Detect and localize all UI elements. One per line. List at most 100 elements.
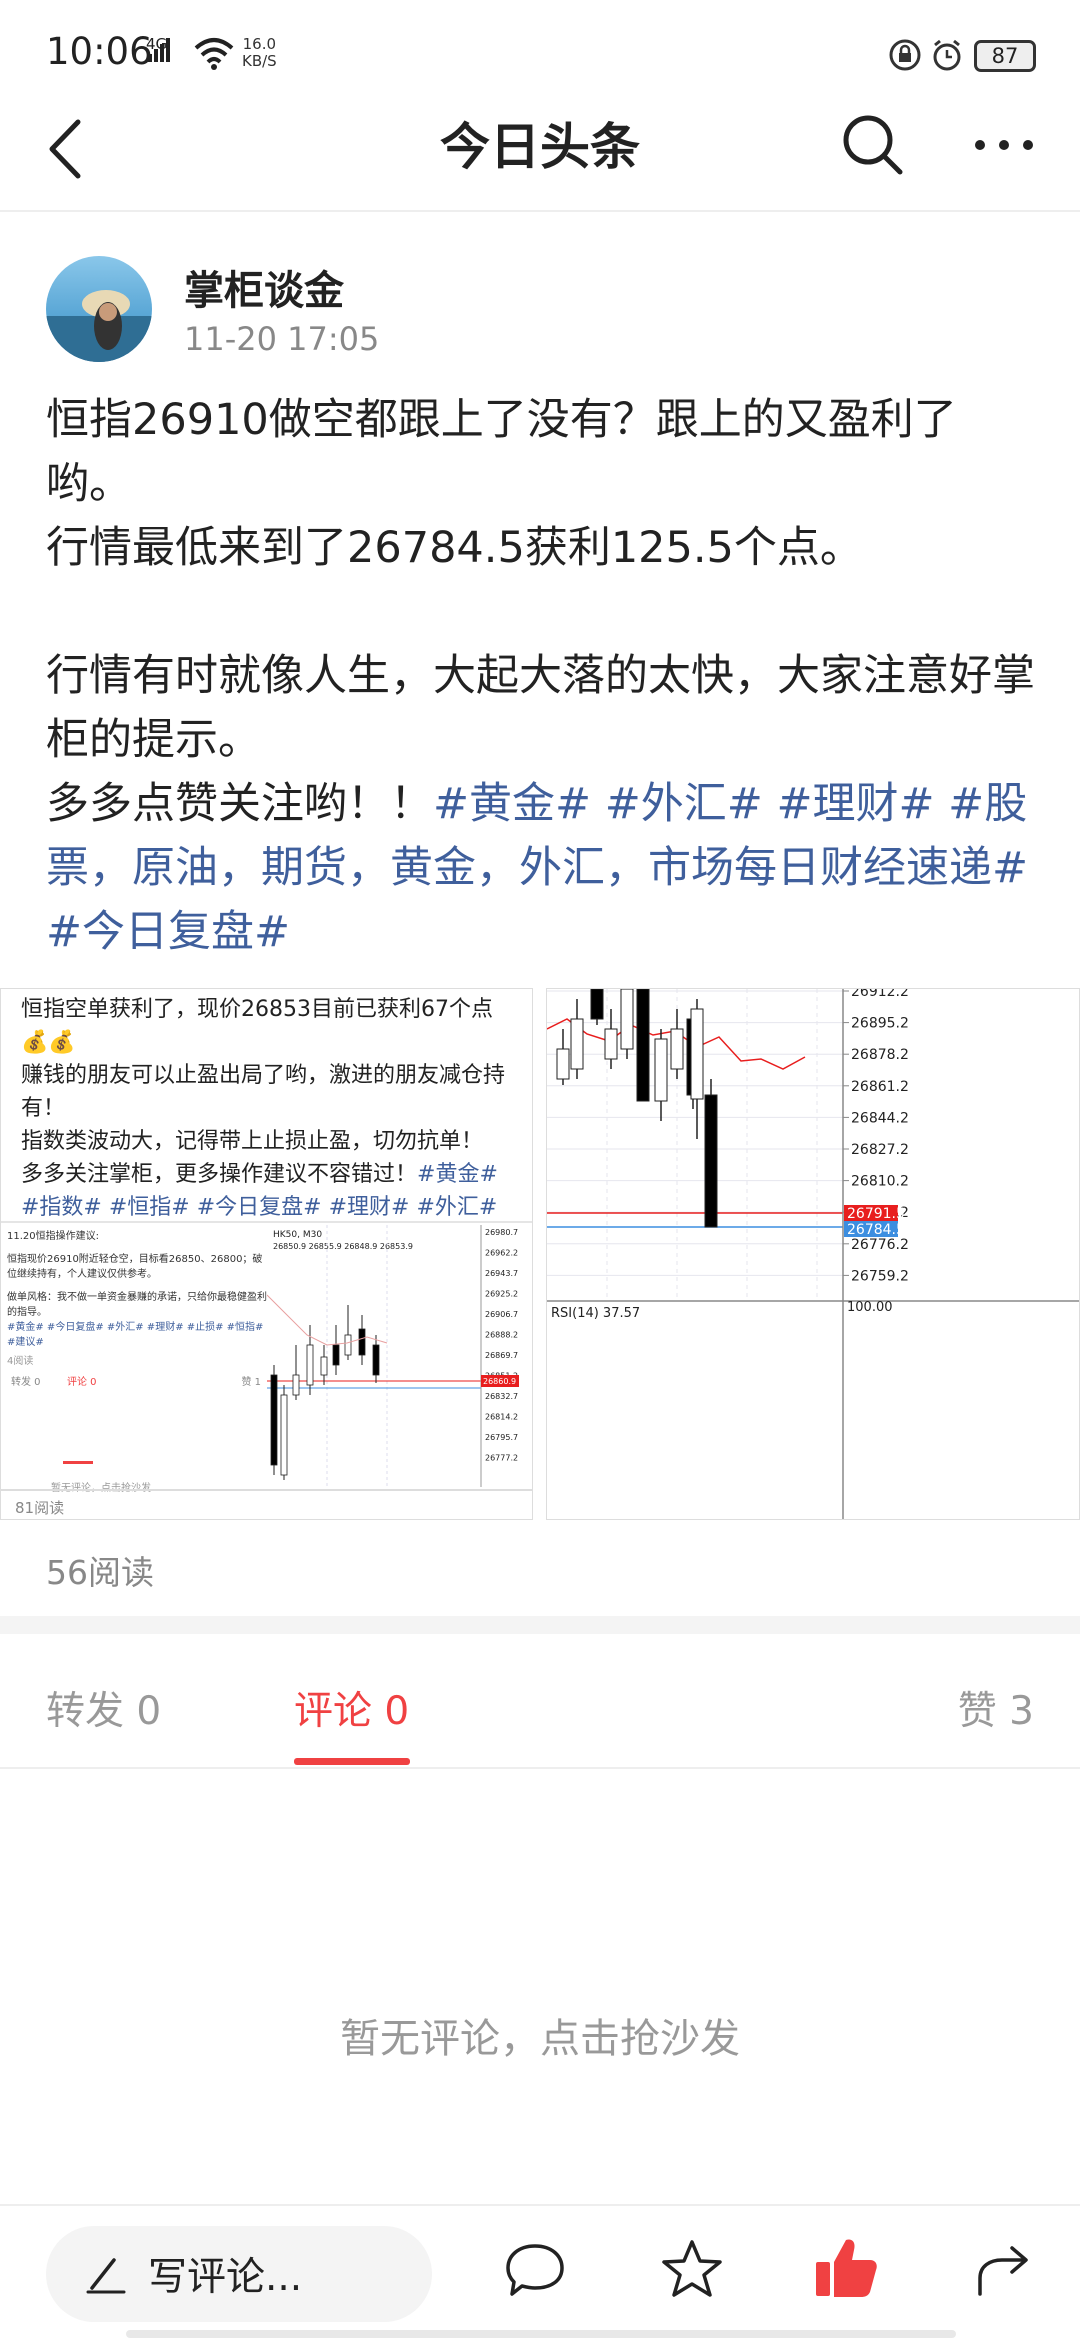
tab-active-indicator bbox=[294, 1758, 410, 1765]
image-left-line-4: 多多关注掌柜，更多操作建议不容错过！#黄金# bbox=[21, 1158, 521, 1191]
axis-tick-label: 26776.2 bbox=[851, 1237, 909, 1253]
mini-axis-tick-label: 26925.2 bbox=[485, 1290, 518, 1299]
tab-forward[interactable]: 转发 0 bbox=[46, 1680, 161, 1736]
nested-tab-forward: 转发 0 bbox=[11, 1377, 41, 1388]
more-dots-icon[interactable] bbox=[970, 128, 1040, 162]
mini-axis-tick-label: 26832.7 bbox=[485, 1392, 518, 1401]
candle-body bbox=[690, 1008, 704, 1100]
candle-body bbox=[654, 1038, 668, 1102]
clock: 10:06 bbox=[46, 30, 153, 73]
axis-tick-label: 26759.2 bbox=[851, 1268, 909, 1284]
post-time: 11-20 17:05 bbox=[184, 320, 380, 358]
signal-icon: 4G bbox=[146, 36, 170, 62]
nested-date: 11.20恒指操作建议: bbox=[7, 1231, 99, 1242]
nested-tab-underline bbox=[63, 1461, 93, 1464]
nested-tags: #黄金# #今日复盘# #外汇# #理财# #止损# #恒指# #建议# bbox=[7, 1322, 264, 1348]
mini-chart-header: HK50, M30 bbox=[273, 1230, 322, 1240]
page-title: 今日头条 bbox=[440, 118, 640, 176]
nested-tab-comment: 评论 0 bbox=[67, 1377, 97, 1388]
mini-candle-body bbox=[344, 1334, 352, 1356]
candle-body bbox=[704, 1094, 718, 1228]
post-para-4: 多多点赞关注哟！！#黄金# #外汇# #理财# #股票，原油，期货，黄金，外汇，… bbox=[46, 772, 1041, 964]
image-left-line-4-text: 多多关注掌柜，更多操作建议不容错过！ bbox=[21, 1162, 418, 1187]
mini-axis-tick-label: 26814.2 bbox=[485, 1413, 518, 1422]
mini-axis-tick-label: 26980.7 bbox=[485, 1228, 518, 1237]
mini-candle-body bbox=[292, 1374, 300, 1396]
image-left-line-1: 恒指空单获利了，现价26853目前已获利67个点 bbox=[21, 997, 493, 1022]
post-image-left[interactable]: 恒指空单获利了，现价26853目前已获利67个点 💰💰 赚钱的朋友可以止盈出局了… bbox=[0, 988, 533, 1520]
image-left-text: 恒指空单获利了，现价26853目前已获利67个点 💰💰 赚钱的朋友可以止盈出局了… bbox=[21, 993, 521, 1224]
money-bag-icon: 💰💰 bbox=[21, 1030, 76, 1055]
star-icon[interactable] bbox=[658, 2236, 726, 2304]
mini-axis-tick-label: 26777.2 bbox=[485, 1454, 518, 1463]
post-body: 恒指26910做空都跟上了没有？跟上的又盈利了哟。 行情最低来到了26784.5… bbox=[46, 388, 1041, 964]
axis-tick-label: 26912.2 bbox=[851, 989, 909, 1000]
mini-candlestick-chart: HK50, M30 26850.9 26855.9 26848.9 26853.… bbox=[267, 1225, 532, 1487]
nested-views: 4阅读 bbox=[7, 1356, 34, 1367]
search-icon[interactable] bbox=[838, 110, 908, 180]
nested-text-2: 做单风格：我不做一单资金暴赚的承诺，只给你最稳健盈利的指导。 bbox=[7, 1292, 267, 1318]
image-left-line-5: #指数# #恒指# #今日复盘# #理财# #外汇# bbox=[21, 1195, 498, 1220]
thumbs-up-icon[interactable] bbox=[812, 2234, 882, 2304]
nested-reads: 81阅读 bbox=[15, 1499, 65, 1517]
tab-comment[interactable]: 评论 0 bbox=[294, 1680, 409, 1736]
bottom-divider bbox=[0, 2204, 1080, 2206]
mini-candle-body bbox=[270, 1374, 278, 1466]
candlestick-chart: 26912.2 26895.2 26878.2 26861.2 26844.2 26827… bbox=[547, 989, 1079, 1519]
wifi-icon bbox=[194, 38, 234, 70]
current-price-red: 26791.5 bbox=[847, 1206, 905, 1222]
speed-unit: KB/S bbox=[242, 52, 277, 70]
mini-axis-tick-label: 26888.2 bbox=[485, 1331, 518, 1340]
nested-tab-like: 赞 1 bbox=[241, 1377, 261, 1388]
tab-divider bbox=[0, 1767, 1080, 1769]
axis-tick-label: 26895.2 bbox=[851, 1016, 909, 1032]
lock-rotation-icon bbox=[889, 39, 921, 71]
mini-candle-body bbox=[372, 1344, 380, 1376]
empty-comments-text[interactable]: 暂无评论，点击抢沙发 bbox=[0, 2006, 1080, 2064]
candle-body bbox=[604, 1028, 618, 1060]
mini-axis-tick-label: 26906.7 bbox=[485, 1310, 518, 1319]
net-speed: 16.0 KB/S bbox=[242, 36, 277, 70]
candle-body bbox=[670, 1028, 684, 1070]
post-para-1: 恒指26910做空都跟上了没有？跟上的又盈利了哟。 bbox=[46, 395, 957, 509]
comment-input-placeholder[interactable]: 写评论... bbox=[148, 2246, 302, 2302]
nav-divider bbox=[0, 210, 1080, 212]
post-para-3: 行情有时就像人生，大起大落的太快，大家注意好掌柜的提示。 bbox=[46, 651, 1035, 765]
rsi-scale: 100.00 bbox=[847, 1300, 893, 1315]
speed-value: 16.0 bbox=[242, 35, 277, 53]
image-left-divider bbox=[1, 1221, 532, 1223]
image-left-line-4-tags: #黄金# bbox=[417, 1162, 498, 1187]
nested-post-screenshot: 11.20恒指操作建议: 恒指现价26910附近轻仓空，目标看26850、268… bbox=[7, 1225, 269, 1494]
mini-chart-price-marker-text: 26860.9 bbox=[483, 1377, 516, 1386]
nested-text-1: 恒指现价26910附近轻仓空，目标看26850、26800；破位继续持有，个人建… bbox=[7, 1254, 263, 1280]
axis-tick-label: 26827.2 bbox=[851, 1142, 909, 1158]
candle-body bbox=[570, 1018, 584, 1070]
tab-like[interactable]: 赞 3 bbox=[958, 1680, 1034, 1736]
post-para-4-text: 多多点赞关注哟！！ bbox=[46, 779, 433, 829]
mini-axis-tick-label: 26795.7 bbox=[485, 1433, 518, 1442]
current-price-blue: 26784.5 bbox=[847, 1222, 905, 1238]
home-indicator bbox=[126, 2330, 956, 2338]
rsi-label: RSI(14) 37.57 bbox=[551, 1306, 640, 1321]
comment-bubble-icon[interactable] bbox=[502, 2238, 568, 2304]
section-separator bbox=[0, 1616, 1080, 1634]
mini-chart-ohlc: 26850.9 26855.9 26848.9 26853.9 bbox=[273, 1242, 413, 1251]
mini-candle-body bbox=[320, 1356, 328, 1376]
avatar[interactable] bbox=[46, 256, 152, 362]
candle-body bbox=[636, 989, 650, 1102]
image-left-bottom-divider bbox=[1, 1489, 532, 1491]
mini-candle-body bbox=[306, 1344, 314, 1386]
pen-icon bbox=[86, 2258, 126, 2294]
mini-candle-body bbox=[332, 1344, 340, 1366]
mini-candle-body bbox=[358, 1328, 366, 1356]
post-image-right[interactable]: 26912.2 26895.2 26878.2 26861.2 26844.2 26827… bbox=[546, 988, 1080, 1520]
mini-axis-tick-label: 26943.7 bbox=[485, 1269, 518, 1278]
battery-indicator: 87 bbox=[974, 40, 1036, 72]
image-left-line-3: 指数类波动大，记得带上止损止盈，切勿抗单！ bbox=[21, 1129, 484, 1154]
share-icon[interactable] bbox=[972, 2238, 1036, 2302]
mini-axis-tick-label: 26869.7 bbox=[485, 1351, 518, 1360]
mini-axis-tick-label: 26962.2 bbox=[485, 1249, 518, 1258]
candle-body bbox=[620, 989, 634, 1050]
author-name[interactable]: 掌柜谈金 bbox=[184, 258, 344, 316]
axis-tick-label: 26844.2 bbox=[851, 1110, 909, 1126]
